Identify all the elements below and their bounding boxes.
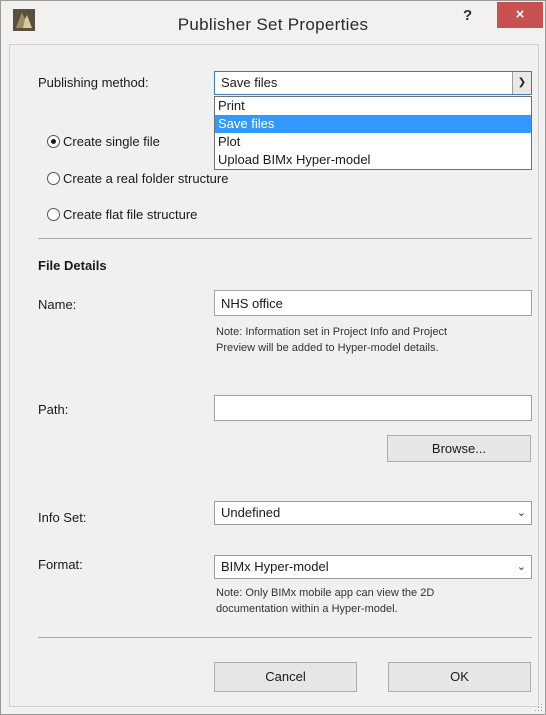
chevron-down-icon: ⌄	[516, 561, 526, 573]
cancel-button[interactable]: Cancel	[214, 662, 357, 692]
publishing-method-label: Publishing method:	[38, 75, 149, 90]
dropdown-option-print[interactable]: Print	[215, 97, 531, 115]
info-set-value: Undefined	[221, 505, 281, 520]
format-note-line-2: documentation within a Hyper-model.	[216, 603, 398, 615]
info-set-select[interactable]: Undefined ⌄	[214, 501, 532, 525]
radio-create-real-folder-structure[interactable]: Create a real folder structure	[47, 171, 228, 186]
format-value: BIMx Hyper-model	[221, 559, 329, 574]
help-icon[interactable]: ?	[463, 7, 472, 24]
format-note: Note: Only BIMx mobile app can view the …	[216, 585, 434, 617]
dropdown-option-upload-bimx[interactable]: Upload BIMx Hyper-model	[215, 151, 531, 169]
name-field-value: NHS office	[221, 296, 283, 311]
name-note-line-1: Note: Information set in Project Info an…	[216, 326, 448, 338]
publishing-method-dropdown-list[interactable]: Print Save files Plot Upload BIMx Hyper-…	[214, 96, 532, 170]
chevron-down-icon[interactable]: ❯	[512, 72, 531, 94]
browse-button[interactable]: Browse...	[387, 435, 531, 462]
chevron-down-icon: ⌄	[516, 507, 526, 519]
dialog-window: Publisher Set Properties ? × Publishing …	[0, 0, 546, 715]
path-field[interactable]	[214, 395, 532, 421]
info-set-label: Info Set:	[38, 510, 87, 525]
format-select[interactable]: BIMx Hyper-model ⌄	[214, 555, 532, 579]
name-note-line-2: Preview will be added to Hyper-model det…	[216, 342, 439, 354]
format-label: Format:	[38, 557, 83, 572]
close-button[interactable]: ×	[497, 2, 543, 28]
separator	[38, 637, 532, 638]
radio-checked-icon	[47, 135, 60, 148]
radio-label: Create single file	[63, 134, 160, 149]
dropdown-option-save-files[interactable]: Save files	[215, 115, 531, 133]
path-label: Path:	[38, 402, 69, 417]
name-field[interactable]: NHS office	[214, 290, 532, 316]
radio-create-single-file[interactable]: Create single file	[47, 134, 160, 149]
radio-create-flat-file-structure[interactable]: Create flat file structure	[47, 207, 197, 222]
ok-button[interactable]: OK	[388, 662, 531, 692]
resize-grip-icon[interactable]	[533, 702, 543, 712]
name-note: Note: Information set in Project Info an…	[216, 324, 447, 356]
radio-label: Create a real folder structure	[63, 171, 229, 186]
separator	[38, 238, 532, 239]
radio-unchecked-icon	[47, 172, 60, 185]
publishing-method-select[interactable]: Save files ❯	[214, 71, 532, 95]
file-details-heading: File Details	[38, 258, 107, 273]
publishing-method-value: Save files	[221, 75, 278, 90]
dropdown-option-plot[interactable]: Plot	[215, 133, 531, 151]
format-note-line-1: Note: Only BIMx mobile app can view the …	[216, 587, 435, 599]
title-bar[interactable]: Publisher Set Properties ? ×	[1, 1, 545, 44]
radio-unchecked-icon	[47, 208, 60, 221]
radio-label: Create flat file structure	[63, 207, 198, 222]
name-label: Name:	[38, 297, 77, 312]
